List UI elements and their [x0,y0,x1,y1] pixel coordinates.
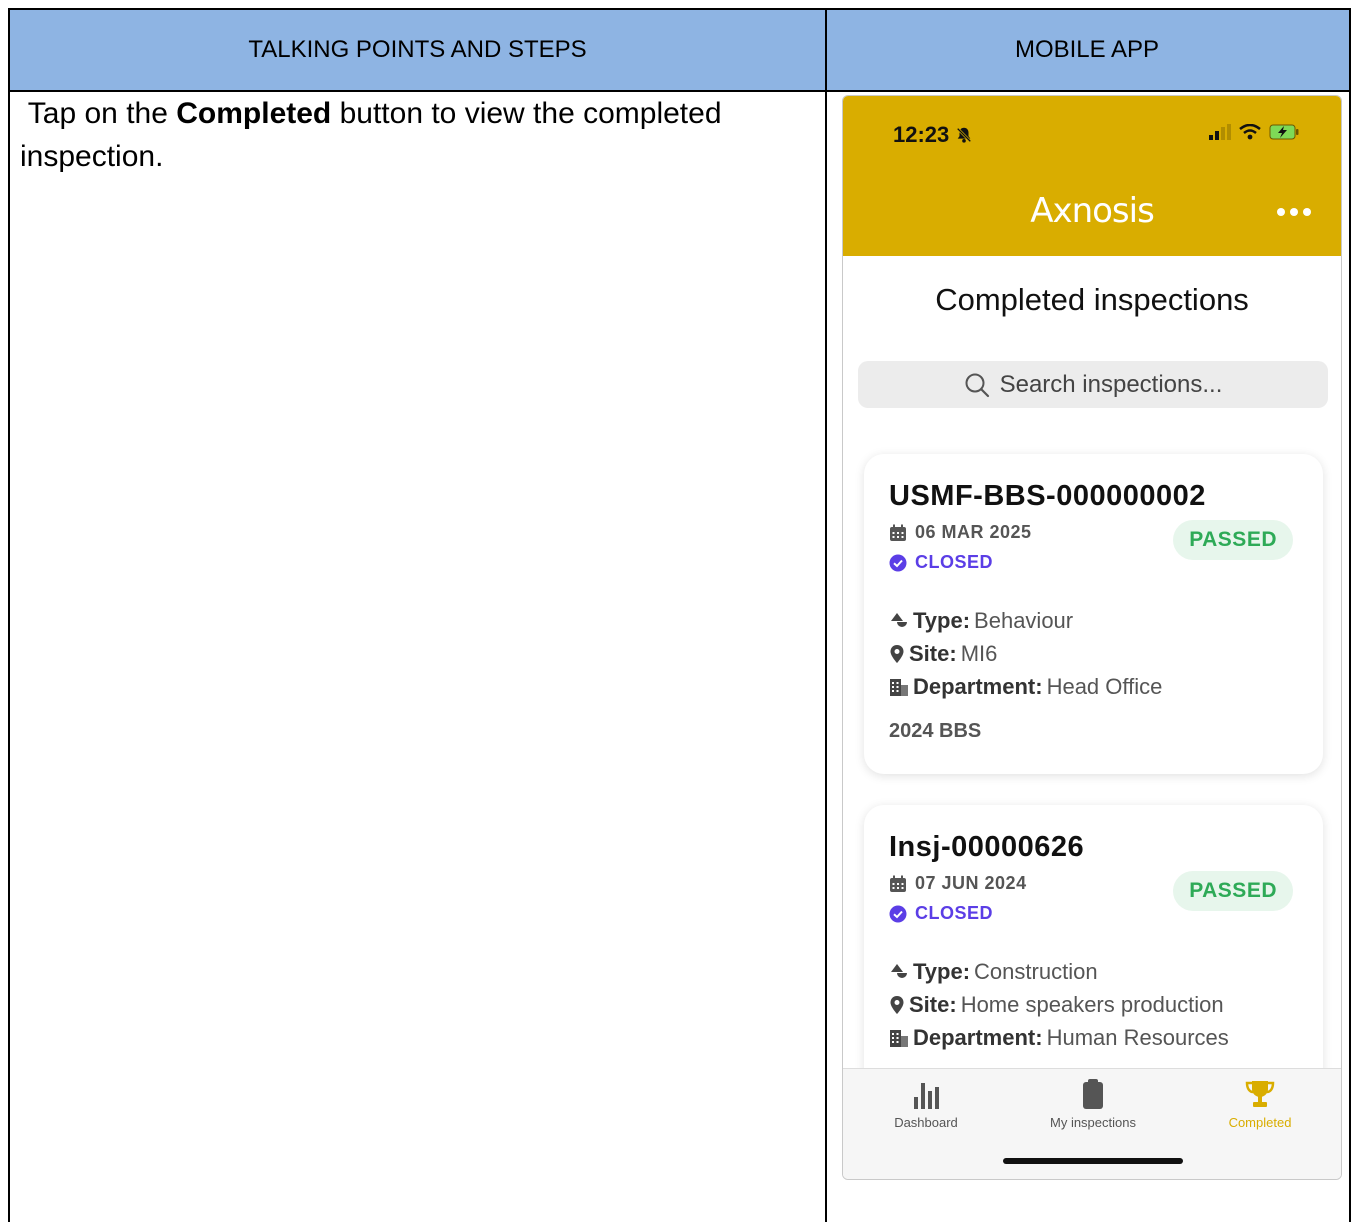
tab-completed[interactable]: Completed [1195,1079,1325,1130]
tab-label: My inspections [1050,1115,1136,1130]
tab-my-inspections[interactable]: My inspections [1028,1079,1158,1130]
status-time: 12:23 [893,122,973,148]
page-title: Completed inspections [935,282,1249,317]
inspection-id: Insj-00000626 [889,831,1085,863]
inspection-department: Department: Human Resources [889,1025,1229,1051]
header-mobile-app: MOBILE APP [825,10,1349,92]
trophy-icon [1245,1081,1275,1107]
search-placeholder: Search inspections... [999,370,1223,398]
header-talking-points: TALKING POINTS AND STEPS [10,10,825,92]
clipboard-icon [1083,1079,1103,1109]
wifi-icon [1239,124,1261,140]
status-icons [1209,124,1299,140]
inspection-date: 07 JUN 2024 [889,873,1027,894]
inspection-site: Site: MI6 [889,641,997,667]
search-icon [965,373,989,397]
calendar-icon [890,524,906,541]
bottom-tab-bar: Dashboard My inspections Completed [843,1068,1341,1179]
tab-dashboard[interactable]: Dashboard [861,1079,991,1130]
inspection-tag: 2024 BBS [889,720,982,742]
bar-chart-icon [914,1083,939,1109]
inspection-card[interactable]: USMF-BBS-000000002 06 MAR 2025 CLOSED PA… [864,454,1323,774]
signal-icon [1209,124,1231,140]
inspection-status: CLOSED [889,903,993,924]
battery-charging-icon [1269,124,1299,140]
result-badge: PASSED [1173,520,1293,560]
result-badge: PASSED [1173,871,1293,911]
inspection-date: 06 MAR 2025 [889,522,1032,543]
shapes-icon [891,613,907,627]
shapes-icon [891,964,907,978]
bell-muted-icon [955,122,973,147]
phone-screenshot: 12:23 Axnosis Completed inspections Sear… [842,95,1342,1180]
column-divider [825,10,827,1222]
tab-label: Completed [1228,1115,1292,1130]
inspection-id: USMF-BBS-000000002 [889,480,1206,512]
inspection-department: Department: Head Office [889,674,1162,700]
inspection-site: Site: Home speakers production [889,992,1224,1018]
more-menu-icon[interactable] [1277,208,1311,216]
location-pin-icon [890,645,904,663]
app-header: 12:23 Axnosis [843,96,1341,256]
search-input[interactable]: Search inspections... [858,361,1328,408]
check-circle-icon [889,554,907,571]
app-logo: Axnosis [1030,191,1155,231]
building-icon [890,679,908,696]
tab-label: Dashboard [894,1115,958,1130]
inspection-status: CLOSED [889,552,993,573]
check-circle-icon [889,905,907,922]
building-icon [890,1030,908,1047]
home-indicator [1003,1158,1183,1164]
step-instruction: Tap on the Completed button to view the … [20,97,722,173]
calendar-icon [890,875,906,892]
inspection-type: Type: Behaviour [889,608,1073,634]
step-highlight: Completed [176,97,332,130]
inspection-type: Type: Construction [889,959,1098,985]
location-pin-icon [890,996,904,1014]
